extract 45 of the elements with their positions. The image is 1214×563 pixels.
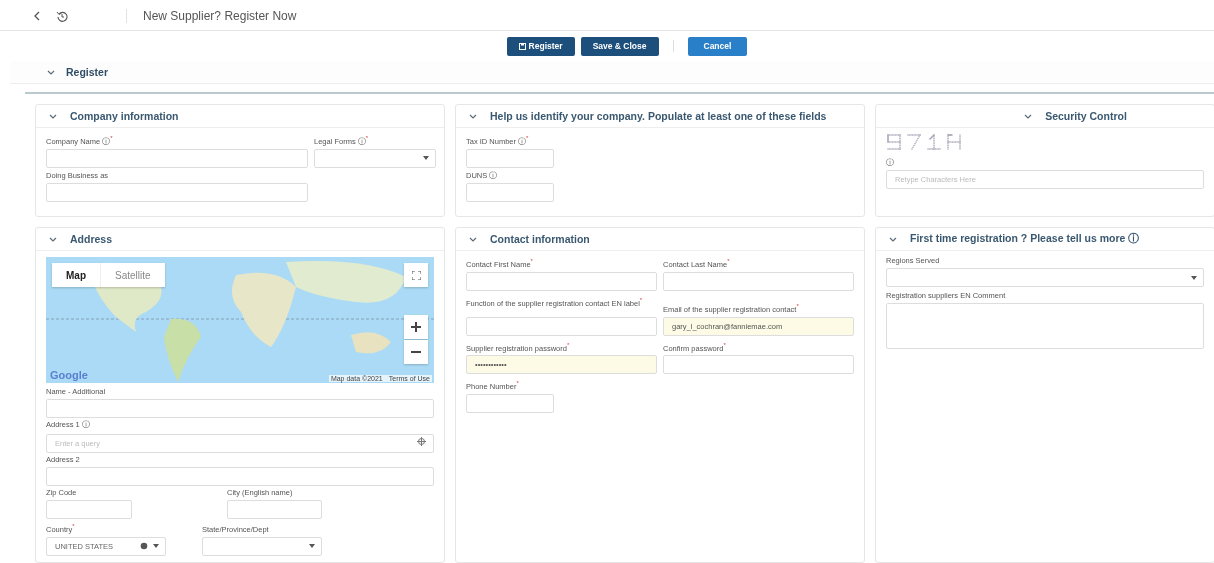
- fullscreen-icon: [411, 270, 421, 280]
- comment-field[interactable]: [886, 303, 1204, 349]
- floppy-icon: [518, 42, 526, 50]
- input-field[interactable]: [46, 148, 308, 168]
- input-field[interactable]: [466, 271, 657, 291]
- panel-title: First time registration ? Please tell us more ⓘ: [910, 232, 1140, 246]
- history-icon[interactable]: [56, 10, 68, 22]
- input-field[interactable]: [46, 467, 434, 486]
- page-title: New Supplier? Register Now: [126, 9, 297, 23]
- input-field[interactable]: [466, 148, 554, 168]
- panel-title: Contact information: [490, 233, 590, 245]
- input-field[interactable]: [466, 316, 657, 336]
- map-logo: Google: [50, 369, 88, 381]
- caret-icon: [309, 544, 315, 548]
- dropdown-field[interactable]: [886, 268, 1204, 287]
- map-type-tab[interactable]: Satellite: [101, 263, 165, 287]
- input-field[interactable]: [227, 500, 322, 519]
- zoom-out-button[interactable]: [404, 340, 428, 364]
- panel-title: Help us identify your company. Populate at least one of these fields: [490, 110, 827, 122]
- caret-icon: [153, 544, 159, 548]
- cancel-button[interactable]: Cancel: [687, 36, 748, 56]
- circle-icon: [140, 542, 148, 550]
- input-field[interactable]: [46, 399, 434, 418]
- map-type-tab[interactable]: Map: [52, 263, 101, 287]
- dropdown-field[interactable]: [202, 536, 322, 556]
- input-field[interactable]: [466, 393, 554, 413]
- panel-title: Security Control: [1045, 110, 1127, 122]
- zoom-in-button[interactable]: [404, 315, 428, 339]
- input-field[interactable]: [466, 182, 554, 202]
- input-field[interactable]: [46, 500, 132, 519]
- save-close-button[interactable]: Save & Close: [580, 36, 659, 56]
- dropdown-field[interactable]: [314, 148, 436, 168]
- crosshair-icon: [417, 437, 426, 446]
- caret-icon: [423, 156, 429, 160]
- section-title: Register: [66, 66, 108, 78]
- input-field[interactable]: [46, 182, 308, 202]
- back-icon[interactable]: [32, 10, 42, 22]
- fullscreen-button[interactable]: [404, 263, 428, 287]
- plus-icon: [411, 322, 421, 332]
- caret-icon: [1191, 275, 1197, 280]
- panel-title: Company information: [70, 110, 179, 122]
- input-field[interactable]: [663, 271, 854, 291]
- password-field[interactable]: [663, 355, 854, 374]
- register-button[interactable]: Register: [506, 36, 575, 56]
- panel-title: Address: [70, 233, 112, 245]
